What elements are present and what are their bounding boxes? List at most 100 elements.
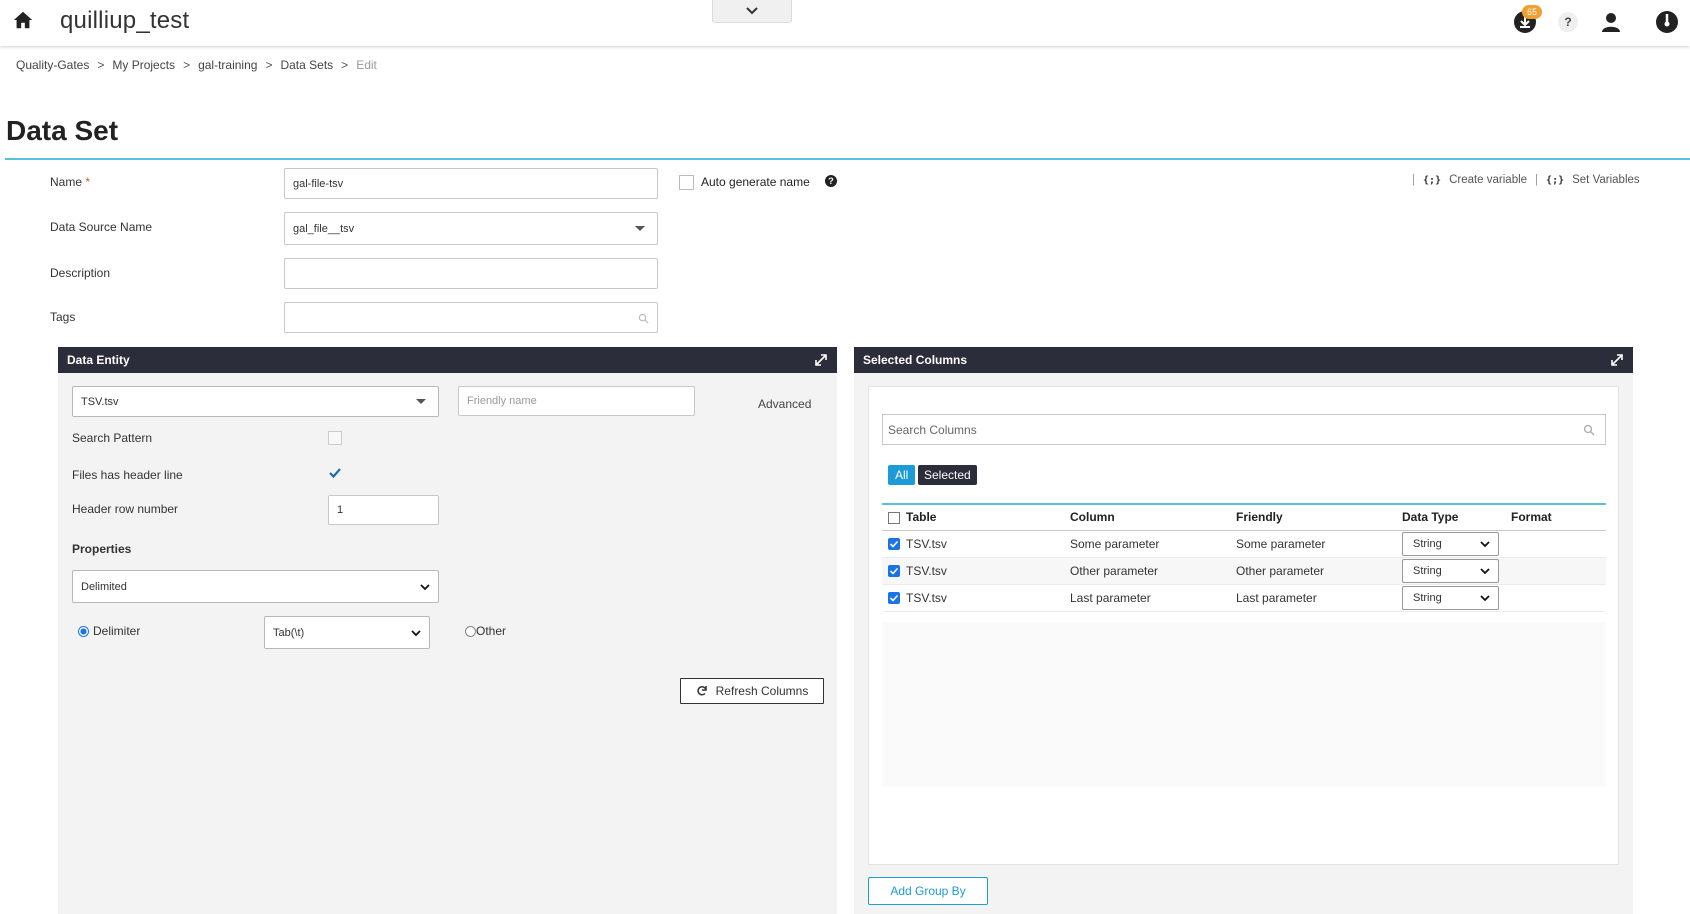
data-source-label: Data Source Name [50,220,153,234]
search-icon [638,313,649,324]
entity-select[interactable]: TSV.tsv [72,386,439,417]
data-type-select[interactable]: String [1402,558,1499,583]
link-separator: | [1412,174,1415,186]
caret-down-icon [635,225,645,231]
cell-column: Last parameter [1064,584,1230,612]
data-entity-header: Data Entity [58,347,837,373]
search-pattern-checkbox[interactable] [328,431,342,445]
tags-input[interactable] [284,302,658,333]
friendly-name-input[interactable]: Friendly name [458,386,695,416]
refresh-columns-button[interactable]: Refresh Columns [680,678,824,704]
selected-columns-title: Selected Columns [863,353,968,367]
table-row: TSV.tsv Some parameter Some parameter St… [882,530,1606,558]
row-checkbox[interactable] [888,538,900,551]
data-type-value: String [1413,591,1442,604]
breadcrumb-current: Edit [356,58,377,72]
add-group-by-button[interactable]: Add Group By [868,877,988,905]
link-separator: | [1535,174,1539,186]
cell-column: Some parameter [1064,530,1230,558]
format-value: Delimited [81,580,127,593]
breadcrumb-item-data-sets[interactable]: Data Sets [280,58,333,72]
advanced-link[interactable]: Advanced [758,397,811,411]
home-icon[interactable] [12,9,34,31]
table-cell: TSV.tsv [882,557,1064,585]
data-type-select[interactable]: String [1402,531,1499,556]
other-radio-group[interactable]: Other [465,624,506,638]
chevron-down-icon [411,629,421,636]
title-divider [5,158,1690,160]
create-variable-link[interactable]: Create variable [1449,174,1527,186]
breadcrumb-separator: > [97,58,105,72]
cell-friendly: Other parameter [1230,557,1396,585]
search-columns-input[interactable]: Search Columns [882,414,1606,445]
cell-format [1505,584,1606,612]
chevron-down-icon [1480,540,1490,547]
top-bar [0,0,1690,46]
collapse-toggle-button[interactable] [712,0,792,23]
header-line-checkbox[interactable] [328,466,342,480]
help-icon[interactable]: ? [1558,12,1578,32]
column-header-format: Format [1505,503,1606,531]
table-row: TSV.tsv Other parameter Other parameter … [882,557,1606,585]
table-cell: TSV.tsv [882,584,1064,612]
breadcrumb-item-my-projects[interactable]: My Projects [112,58,175,72]
table-row: TSV.tsv Last parameter Last parameter St… [882,584,1606,612]
table-cell: String [1396,584,1505,612]
data-entity-panel: Data Entity TSV.tsv Friendly name Advanc… [58,347,837,914]
page-title: Data Set [6,115,119,146]
auto-generate-checkbox[interactable] [679,175,694,190]
header-row-input[interactable]: 1 [328,495,439,525]
app-title: quilliup_test [60,7,190,34]
name-label-text: Name [50,175,83,189]
cell-column: Other parameter [1064,557,1230,585]
data-source-select[interactable]: gal_file__tsv [284,212,658,245]
data-type-value: String [1413,564,1442,577]
cell-format [1505,530,1606,558]
expand-icon[interactable] [815,354,827,366]
description-input[interactable] [284,258,658,289]
help-icon[interactable]: ? [825,175,837,187]
breadcrumb: Quality-Gates > My Projects > gal-traini… [16,58,377,72]
breadcrumb-item-gal-training[interactable]: gal-training [198,58,257,72]
tags-label: Tags [50,310,76,324]
description-label: Description [50,266,111,280]
entity-value: TSV.tsv [81,395,119,408]
chevron-down-icon [1480,567,1490,574]
format-select[interactable]: Delimited [72,570,439,603]
breadcrumb-separator: > [183,58,191,72]
data-entity-title: Data Entity [67,353,130,367]
filter-all-button[interactable]: All [888,465,916,485]
other-radio[interactable] [465,625,476,637]
row-checkbox[interactable] [888,592,900,605]
select-all-checkbox[interactable] [888,512,900,525]
delimiter-radio-group[interactable]: Delimiter [78,624,140,638]
search-pattern-label: Search Pattern [72,431,153,445]
row-checkbox[interactable] [888,565,900,578]
cell-table: TSV.tsv [906,563,947,578]
cell-friendly: Last parameter [1230,584,1396,612]
data-type-select[interactable]: String [1402,585,1499,610]
cell-format [1505,557,1606,585]
delimiter-radio[interactable] [78,625,89,637]
gauge-icon[interactable] [1655,10,1679,34]
delimiter-select[interactable]: Tab(\t) [264,616,430,649]
filter-selected-button[interactable]: Selected [918,465,977,485]
expand-icon[interactable] [1611,354,1623,366]
selected-columns-header: Selected Columns [854,347,1633,373]
header-row-label: Header row number [72,502,179,516]
user-icon[interactable] [1599,10,1623,34]
refresh-icon [696,686,707,696]
delimiter-value: Tab(\t) [273,626,305,639]
cell-table: TSV.tsv [906,536,947,551]
column-header-table: Table [882,503,1064,531]
name-input[interactable]: gal-file-tsv [284,168,658,199]
required-mark: * [85,175,91,189]
chevron-down-icon [746,7,758,15]
columns-table: Table Column Friendly Data Type Format T… [882,503,1606,612]
delimiter-label: Delimiter [93,624,141,638]
breadcrumb-separator: > [265,58,273,72]
refresh-columns-label: Refresh Columns [715,684,809,698]
breadcrumb-item-quality-gates[interactable]: Quality-Gates [16,58,89,72]
set-variables-link[interactable]: Set Variables [1572,174,1640,186]
search-columns-placeholder: Search Columns [888,422,977,437]
